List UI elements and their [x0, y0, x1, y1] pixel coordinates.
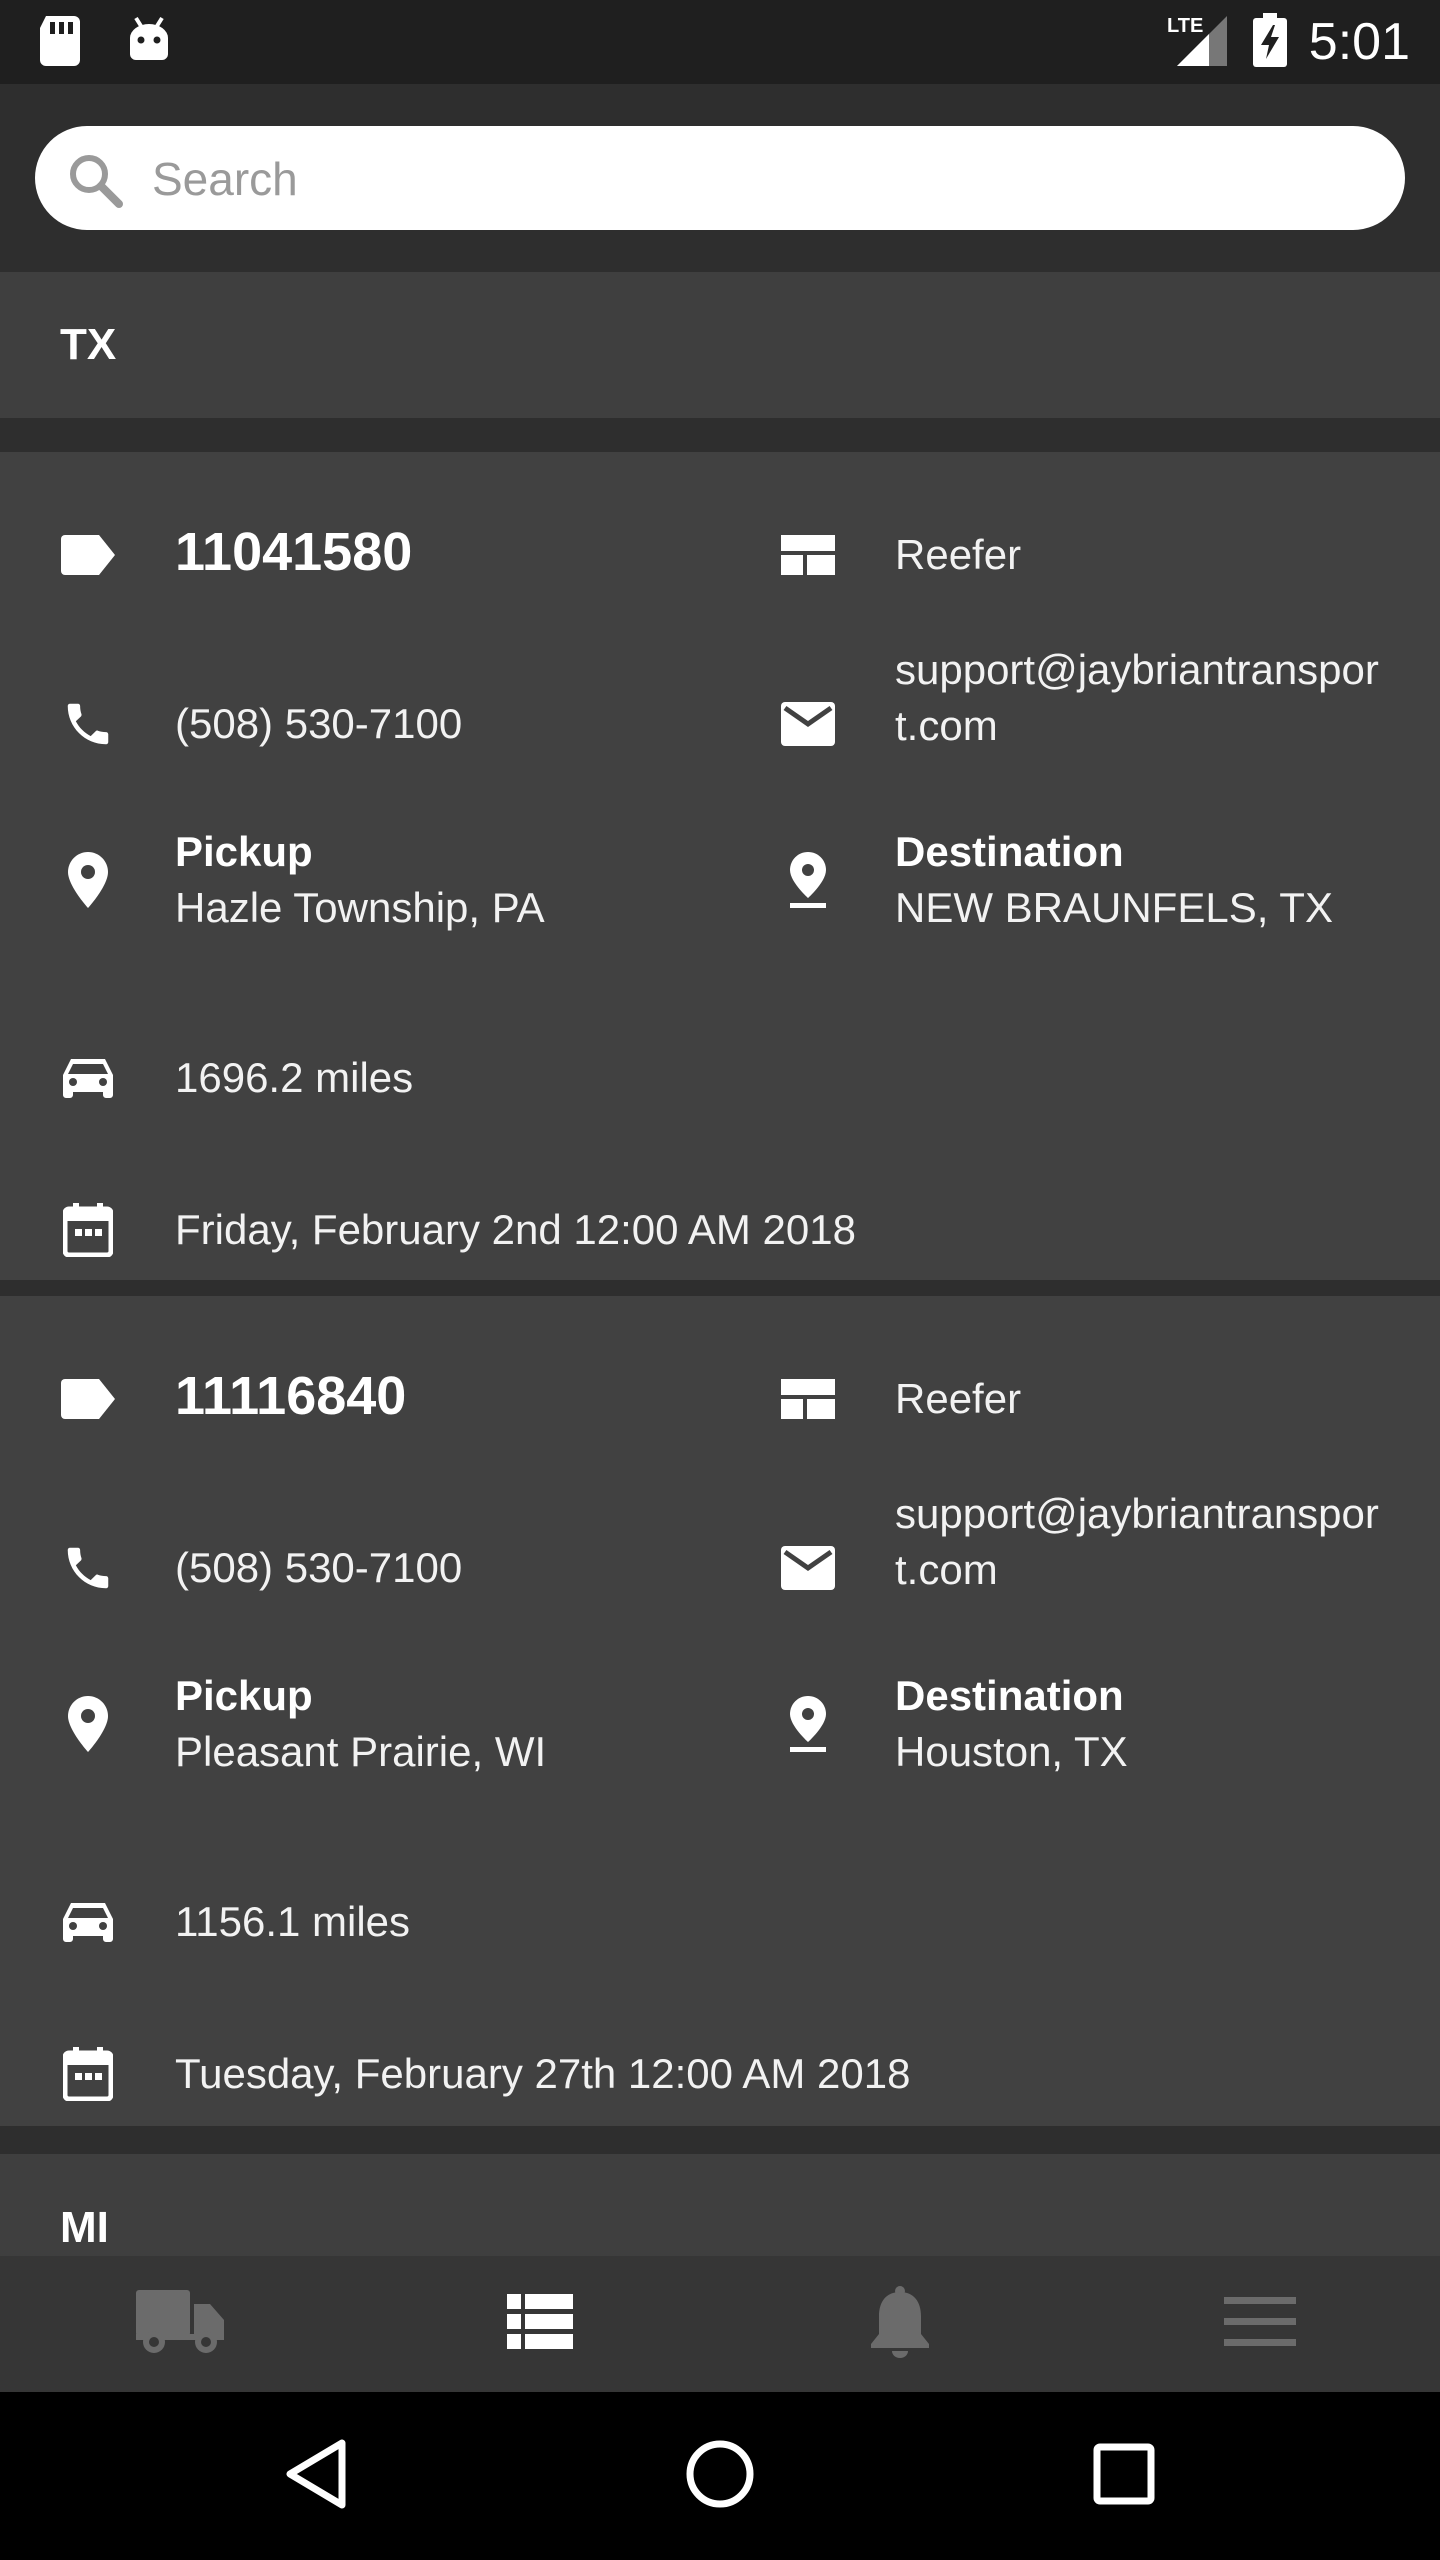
- recents-button[interactable]: [1084, 2436, 1164, 2516]
- destination-block: Destination NEW BRAUNFELS, TX: [895, 824, 1333, 936]
- calendar-icon: [60, 1202, 116, 1258]
- destination-label: Destination: [895, 1672, 1124, 1719]
- section-header-mi: MI: [0, 2154, 1440, 2256]
- status-bar: LTE 5:01: [0, 0, 1440, 84]
- home-circle-icon: [685, 2439, 755, 2514]
- pickup-location: Pleasant Prairie, WI: [175, 1728, 547, 1775]
- equipment-type: Reefer: [895, 531, 1022, 578]
- distance: 1696.2 miles: [175, 1054, 414, 1101]
- tag-icon: [60, 1371, 116, 1427]
- section-title: MI: [60, 2203, 109, 2252]
- nav-item-menu[interactable]: [1080, 2256, 1440, 2392]
- hamburger-menu-icon: [1224, 2296, 1296, 2352]
- back-button[interactable]: [276, 2436, 356, 2516]
- sd-card-icon: [38, 16, 82, 71]
- trailer-icon: [780, 1371, 836, 1427]
- distance: 1156.1 miles: [175, 1898, 411, 1945]
- lte-signal-icon: LTE: [1167, 12, 1231, 73]
- load-id: 11041580: [175, 522, 413, 582]
- load-id: 11116840: [175, 1366, 407, 1426]
- email-address[interactable]: support@jaybriantransport.com: [895, 642, 1395, 754]
- destination-location: NEW BRAUNFELS, TX: [895, 884, 1333, 931]
- android-icon: [126, 16, 172, 71]
- location-pin-icon: [60, 1696, 116, 1752]
- destination-pin-icon: [780, 1696, 836, 1752]
- status-time: 5:01: [1308, 13, 1410, 71]
- phone-number[interactable]: (508) 530-7100: [175, 696, 462, 752]
- system-navigation-bar: [0, 2392, 1440, 2560]
- search-icon: [67, 152, 123, 213]
- list-icon: [507, 2293, 573, 2355]
- pickup-label: Pickup: [175, 828, 313, 875]
- email-address[interactable]: support@jaybriantransport.com: [895, 1486, 1395, 1598]
- search-input[interactable]: [150, 138, 1354, 220]
- location-pin-icon: [60, 852, 116, 908]
- phone-number[interactable]: (508) 530-7100: [175, 1540, 462, 1596]
- load-card[interactable]: 11116840 Reefer (508) 530-7100 support@j…: [0, 1296, 1440, 2126]
- destination-location: Houston, TX: [895, 1728, 1128, 1775]
- destination-pin-icon: [780, 852, 836, 908]
- pickup-date: Friday, February 2nd 12:00 AM 2018: [175, 1206, 856, 1253]
- svg-text:LTE: LTE: [1167, 15, 1203, 37]
- section-header-tx: TX: [0, 272, 1440, 418]
- nav-item-list[interactable]: [360, 2256, 720, 2392]
- trailer-icon: [780, 527, 836, 583]
- destination-block: Destination Houston, TX: [895, 1668, 1128, 1780]
- pickup-date: Tuesday, February 27th 12:00 AM 2018: [175, 2050, 911, 2097]
- bottom-navigation: [0, 2256, 1440, 2392]
- pickup-label: Pickup: [175, 1672, 313, 1719]
- email-icon[interactable]: [780, 1540, 836, 1596]
- section-title: TX: [60, 320, 117, 369]
- recents-square-icon: [1093, 2443, 1155, 2510]
- email-icon[interactable]: [780, 696, 836, 752]
- car-icon: [60, 1894, 116, 1950]
- phone-icon[interactable]: [60, 696, 116, 752]
- destination-label: Destination: [895, 828, 1124, 875]
- back-triangle-icon: [284, 2439, 348, 2514]
- phone-icon[interactable]: [60, 1540, 116, 1596]
- tag-icon: [60, 527, 116, 583]
- pickup-block: Pickup Pleasant Prairie, WI: [175, 1668, 546, 1780]
- calendar-icon: [60, 2046, 116, 2102]
- pickup-location: Hazle Township, PA: [175, 884, 545, 931]
- search-bar[interactable]: [35, 126, 1405, 230]
- bell-icon: [869, 2285, 931, 2363]
- equipment-type: Reefer: [895, 1375, 1022, 1422]
- nav-item-notifications[interactable]: [720, 2256, 1080, 2392]
- car-icon: [60, 1050, 116, 1106]
- truck-icon: [136, 2289, 224, 2359]
- load-card[interactable]: 11041580 Reefer (508) 530-7100 support@j…: [0, 452, 1440, 1280]
- nav-item-loads[interactable]: [0, 2256, 360, 2392]
- battery-charging-icon: [1252, 12, 1287, 72]
- home-button[interactable]: [680, 2436, 760, 2516]
- search-area: [0, 84, 1440, 272]
- pickup-block: Pickup Hazle Township, PA: [175, 824, 545, 936]
